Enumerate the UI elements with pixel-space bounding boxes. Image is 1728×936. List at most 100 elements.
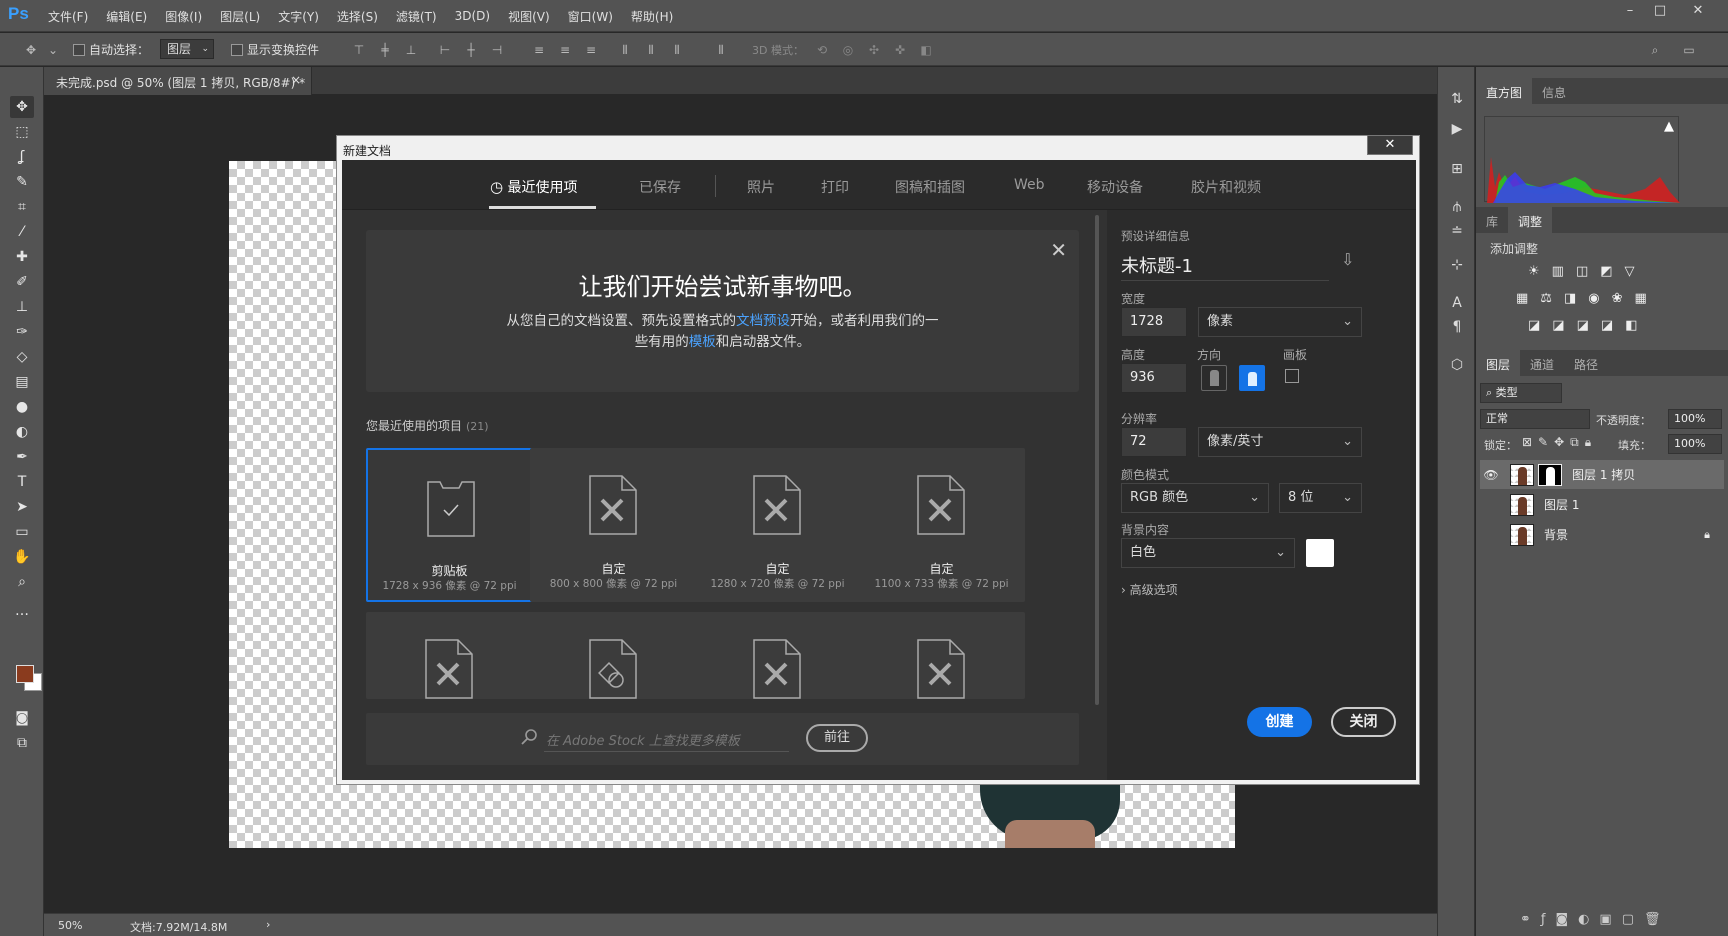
tab-libraries[interactable]: 库 (1476, 207, 1508, 233)
preset-card[interactable]: 自定 800 x 800 像素 @ 72 ppi (530, 448, 697, 602)
shape-tool-icon[interactable]: ▭ (10, 521, 34, 543)
welcome-close-icon[interactable]: ✕ (1050, 238, 1067, 262)
preset-card[interactable]: 自定 1100 x 733 像素 @ 72 ppi (858, 448, 1025, 602)
tab-photo[interactable]: 照片 (747, 177, 775, 197)
exposure-icon[interactable]: ◩ (1600, 264, 1612, 279)
auto-align-icon[interactable]: ⦀ (714, 43, 728, 57)
background-color-swatch[interactable] (1306, 539, 1334, 567)
auto-select-checkbox[interactable] (73, 43, 85, 56)
type-tool-icon[interactable]: T (10, 471, 34, 493)
selective-color-icon[interactable]: ◪ (1601, 318, 1613, 333)
layer-row[interactable]: 👁︎ 图层 1 拷贝 (1480, 460, 1724, 489)
window-close-icon[interactable]: ✕ (1680, 0, 1716, 22)
search-icon[interactable]: ⌕ (1648, 43, 1662, 57)
tab-layers[interactable]: 图层 (1476, 350, 1521, 376)
layer-mask-thumbnail[interactable] (1538, 463, 1562, 486)
menu-image[interactable]: 图像(I) (165, 8, 202, 25)
align-hcenter-icon[interactable]: ┼ (464, 43, 478, 57)
tab-info[interactable]: 信息 (1532, 78, 1576, 104)
background-contents-select[interactable]: 白色 ⌄ (1121, 538, 1295, 568)
resolution-input[interactable]: 72 (1121, 427, 1187, 457)
preset-card[interactable] (694, 612, 861, 699)
preset-card[interactable] (858, 612, 1025, 699)
document-tab[interactable]: 未完成.psd @ 50% (图层 1 拷贝, RGB/8#) * × (44, 67, 312, 95)
align-vcenter-icon[interactable]: ╪ (378, 43, 392, 57)
menu-layer[interactable]: 图层(L) (220, 8, 260, 25)
zoom-level[interactable]: 50% (58, 919, 82, 932)
dialog-close-button[interactable]: ✕ (1367, 135, 1413, 155)
move-tool-icon[interactable]: ✥ (10, 96, 34, 118)
crop-tool-icon[interactable]: ⌗ (10, 196, 34, 218)
preset-card[interactable] (530, 612, 697, 699)
layer-row[interactable]: 背景 🔒︎ (1480, 520, 1724, 549)
vibrance-icon[interactable]: ▽ (1625, 264, 1635, 279)
stock-search-input[interactable]: 在 Adobe Stock 上查找更多模板 (546, 730, 740, 749)
auto-select-target-select[interactable]: 图层 ⌄ (160, 39, 214, 59)
align-left-icon[interactable]: ⊢ (438, 43, 452, 57)
save-preset-icon[interactable]: ⇩ (1341, 250, 1354, 269)
pan-3d-icon[interactable]: ✣ (867, 43, 881, 57)
chevron-down-icon[interactable]: ⌄ (46, 43, 60, 57)
brush-tool-icon[interactable]: ✐ (10, 271, 34, 293)
hue-saturation-icon[interactable]: ▦ (1516, 291, 1528, 306)
width-input[interactable]: 1728 (1121, 307, 1187, 337)
warning-icon[interactable]: ▲ (1664, 119, 1674, 134)
path-select-tool-icon[interactable]: ➤ (10, 496, 34, 518)
posterize-icon[interactable]: ◪ (1552, 318, 1564, 333)
blur-tool-icon[interactable]: ● (10, 396, 34, 418)
curves-icon[interactable]: ◫ (1576, 264, 1588, 279)
menu-3d[interactable]: 3D(D) (455, 9, 490, 23)
blend-mode-select[interactable]: 正常 (1480, 409, 1590, 429)
tab-adjustments[interactable]: 调整 (1508, 207, 1553, 233)
layer-row[interactable]: 图层 1 (1480, 490, 1724, 519)
invert-icon[interactable]: ◪ (1528, 318, 1540, 333)
fill-input[interactable]: 100% (1668, 434, 1722, 454)
eraser-tool-icon[interactable]: ◇ (10, 346, 34, 368)
distribute-top-icon[interactable]: ≡ (532, 43, 546, 57)
color-lookup-icon[interactable]: ▦ (1635, 291, 1647, 306)
status-menu-arrow[interactable]: › (266, 918, 270, 931)
marquee-tool-icon[interactable]: ⬚ (10, 121, 34, 143)
align-right-icon[interactable]: ⊣ (490, 43, 504, 57)
align-bottom-icon[interactable]: ⊥ (404, 43, 418, 57)
scale-3d-icon[interactable]: ◧ (919, 43, 933, 57)
maximize-icon[interactable]: □ (1642, 0, 1678, 22)
healing-brush-tool-icon[interactable]: ✚ (10, 246, 34, 268)
presets-scrollbar[interactable] (1095, 215, 1099, 705)
tab-channels[interactable]: 通道 (1520, 350, 1564, 376)
distribute-vcenter-icon[interactable]: ≡ (558, 43, 572, 57)
history-panel-icon[interactable]: ⇅ (1447, 89, 1467, 109)
width-unit-select[interactable]: 像素 ⌄ (1198, 307, 1362, 337)
preset-card[interactable]: 自定 1280 x 720 像素 @ 72 ppi (694, 448, 861, 602)
document-presets-link[interactable]: 文档预设 (736, 313, 790, 329)
black-white-icon[interactable]: ◨ (1564, 291, 1576, 306)
history-brush-tool-icon[interactable]: ✑ (10, 321, 34, 343)
layer-name[interactable]: 图层 1 (1544, 496, 1579, 513)
orbit-3d-icon[interactable]: ⟲ (815, 43, 829, 57)
align-top-icon[interactable]: ⊤ (352, 43, 366, 57)
brush-panel-icon[interactable]: ⫛ (1447, 197, 1467, 217)
menu-file[interactable]: 文件(F) (48, 8, 88, 25)
layer-filter-select[interactable]: ⌕ 类型 (1480, 383, 1562, 403)
create-button[interactable]: 创建 (1247, 707, 1312, 737)
tab-film-video[interactable]: 胶片和视频 (1191, 177, 1261, 197)
preset-card[interactable] (366, 612, 533, 699)
gradient-map-icon[interactable]: ◧ (1625, 318, 1637, 333)
brush-settings-panel-icon[interactable]: ≐ (1447, 221, 1467, 241)
distribute-hcenter-icon[interactable]: ⫴ (644, 43, 658, 57)
menu-filter[interactable]: 滤镜(T) (396, 8, 437, 25)
tab-art-illustration[interactable]: 图稿和插图 (895, 177, 965, 197)
character-panel-icon[interactable]: A (1447, 293, 1467, 313)
lock-icons[interactable]: ⊠✎✥⧉🔒︎ (1522, 435, 1597, 450)
portrait-orientation-button[interactable] (1201, 365, 1227, 391)
threshold-icon[interactable]: ◪ (1577, 318, 1589, 333)
screen-mode-icon[interactable]: ⧉ (10, 732, 34, 754)
document-tab-close-icon[interactable]: × (291, 73, 301, 87)
layer-name[interactable]: 背景 (1544, 526, 1568, 543)
menu-view[interactable]: 视图(V) (508, 8, 550, 25)
goto-button[interactable]: 前往 (806, 724, 868, 752)
quick-select-tool-icon[interactable]: ✎ (10, 171, 34, 193)
tab-paths[interactable]: 路径 (1564, 350, 1608, 376)
paragraph-panel-icon[interactable]: ¶ (1447, 317, 1467, 337)
lasso-tool-icon[interactable]: ʆ (10, 146, 34, 168)
